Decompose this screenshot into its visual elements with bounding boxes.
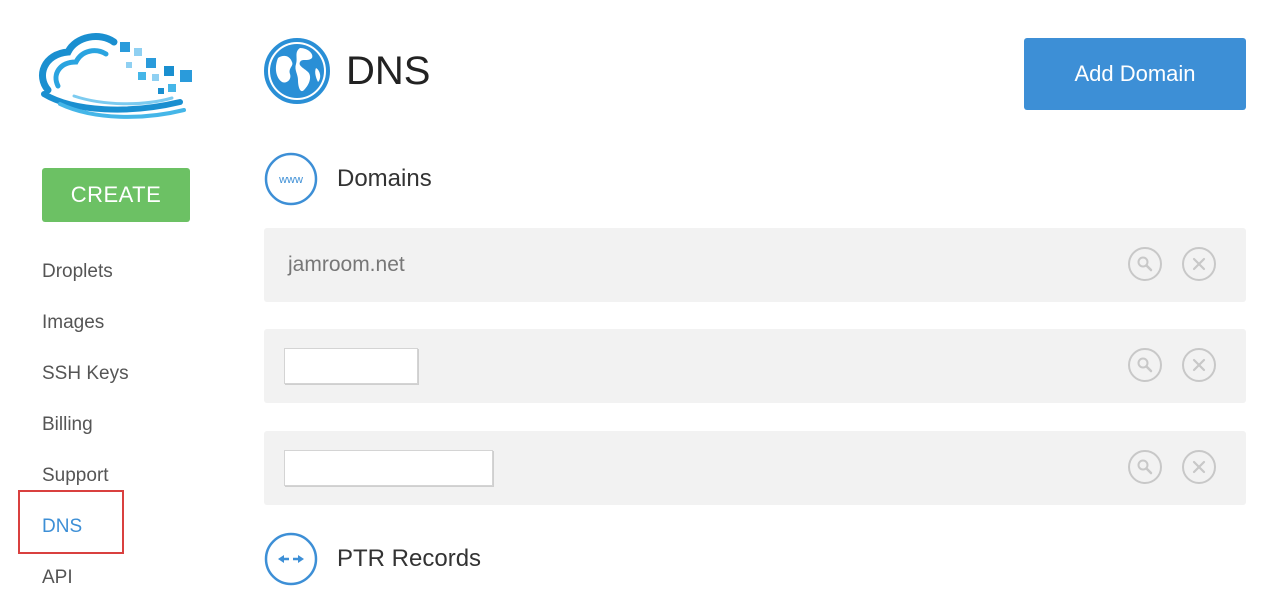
view-domain-button[interactable]: [1128, 450, 1162, 484]
page: CREATE Droplets Images SSH Keys Billing …: [0, 0, 1280, 614]
domains-title: Domains: [337, 165, 432, 192]
magnifier-icon: [1137, 256, 1153, 272]
row-actions: [1128, 247, 1216, 281]
row-actions: [1128, 450, 1216, 484]
delete-domain-button[interactable]: [1182, 247, 1216, 281]
sidebar: CREATE Droplets Images SSH Keys Billing …: [0, 0, 230, 614]
domain-row[interactable]: jamroom.net: [264, 228, 1246, 302]
view-domain-button[interactable]: [1128, 247, 1162, 281]
magnifier-icon: [1137, 459, 1153, 475]
create-button[interactable]: CREATE: [42, 168, 190, 222]
view-domain-button[interactable]: [1128, 348, 1162, 382]
sidebar-item-api[interactable]: API: [0, 552, 230, 603]
row-actions: [1128, 348, 1216, 382]
sidebar-item-droplets[interactable]: Droplets: [0, 246, 230, 297]
ptr-section-header: PTR Records: [264, 532, 481, 586]
www-icon: www: [264, 152, 318, 206]
sidebar-nav: Droplets Images SSH Keys Billing Support…: [0, 246, 230, 603]
close-icon: [1192, 257, 1206, 271]
main-content: DNS Add Domain www Domains jamroom.net P…: [264, 0, 1246, 614]
sidebar-item-dns[interactable]: DNS: [0, 501, 230, 552]
domain-row[interactable]: [264, 431, 1246, 505]
close-icon: [1192, 358, 1206, 372]
globe-icon: [264, 38, 330, 104]
redacted-domain-name: [284, 348, 418, 384]
ptr-records-title: PTR Records: [337, 545, 482, 572]
domain-name[interactable]: jamroom.net: [288, 253, 405, 277]
sidebar-item-ssh-keys[interactable]: SSH Keys: [0, 348, 230, 399]
sidebar-item-images[interactable]: Images: [0, 297, 230, 348]
page-header: DNS: [264, 36, 430, 106]
page-title: DNS: [346, 48, 431, 93]
redacted-domain-name: [284, 450, 493, 486]
svg-text:www: www: [278, 174, 303, 186]
sidebar-item-billing[interactable]: Billing: [0, 399, 230, 450]
double-arrow-icon: [264, 532, 318, 586]
delete-domain-button[interactable]: [1182, 348, 1216, 382]
close-icon: [1192, 460, 1206, 474]
magnifier-icon: [1137, 357, 1153, 373]
cloud-logo-icon[interactable]: [34, 28, 198, 122]
add-domain-button[interactable]: Add Domain: [1024, 38, 1246, 110]
domains-section-header: www Domains: [264, 152, 432, 206]
domain-row[interactable]: [264, 329, 1246, 403]
sidebar-item-support[interactable]: Support: [0, 450, 230, 501]
delete-domain-button[interactable]: [1182, 450, 1216, 484]
